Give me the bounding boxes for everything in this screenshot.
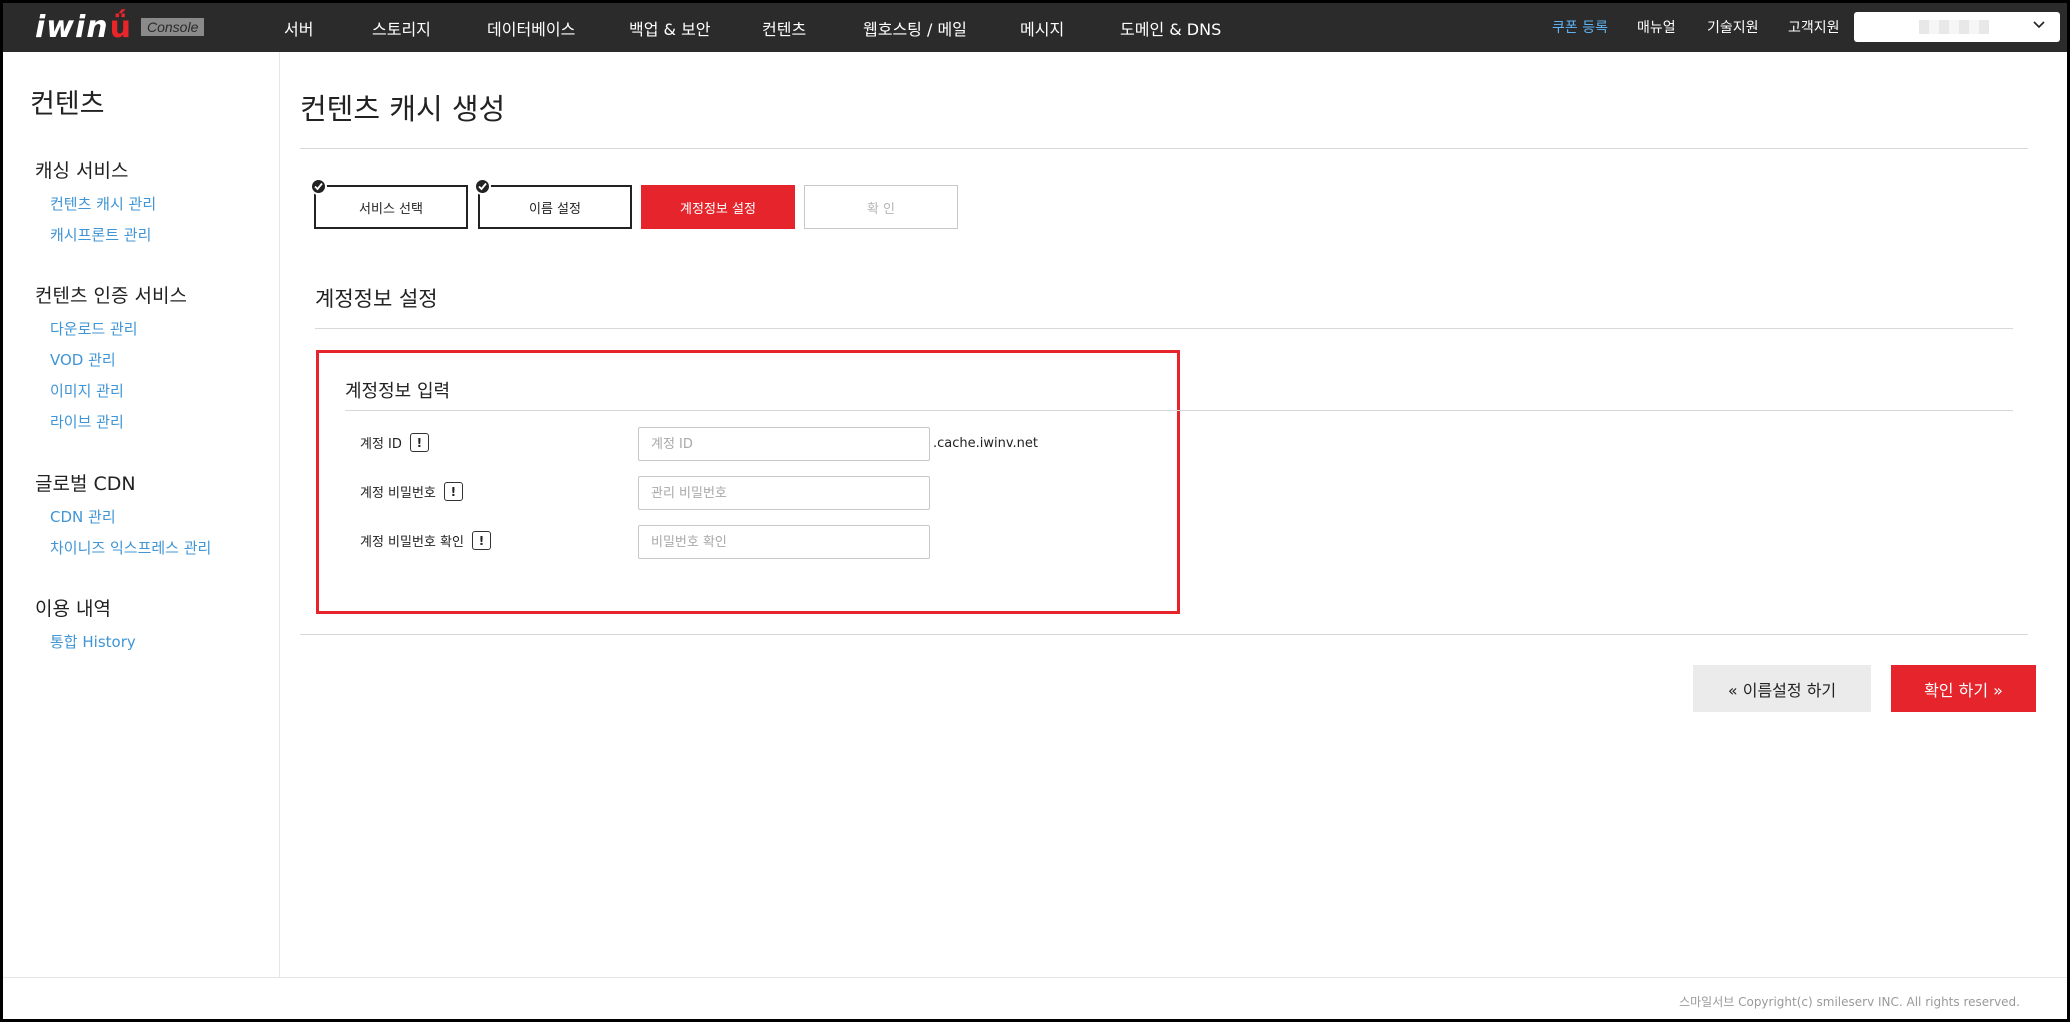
info-icon[interactable]: ! [443,482,463,501]
section-title: 계정정보 설정 [315,287,438,311]
sidebar-item-vod[interactable]: VOD 관리 [50,349,116,370]
field-label-text: 계정 비밀번호 확인 [360,535,464,550]
password-confirm-label: 계정 비밀번호 확인 ! [360,531,491,550]
nav-item-backup-security[interactable]: 백업 & 보안 [629,3,711,52]
console-badge: Console [141,18,205,36]
field-label-text: 계정 비밀번호 [360,486,436,501]
top-navigation-bar: iwin ǘ Console 서버 스토리지 데이터베이스 백업 & 보안 컨텐… [3,3,2067,52]
account-id-label: 계정 ID ! [360,433,429,452]
sidebar: 컨텐츠 캐싱 서비스 컨텐츠 캐시 관리 캐시프론트 관리 컨텐츠 인증 서비스… [3,52,280,978]
sidebar-group-global-cdn: 글로벌 CDN [35,473,136,495]
sidebar-title: 컨텐츠 [30,89,105,120]
check-icon [474,178,491,195]
account-select[interactable] [1854,12,2060,42]
sidebar-item-download[interactable]: 다운로드 관리 [50,318,138,339]
sidebar-item-content-cache[interactable]: 컨텐츠 캐시 관리 [50,193,156,214]
sidebar-item-cachefront[interactable]: 캐시프론트 관리 [50,224,151,245]
step-name-setting[interactable]: 이름 설정 [474,178,632,229]
sidebar-item-image[interactable]: 이미지 관리 [50,380,124,401]
info-icon[interactable]: ! [471,531,491,550]
field-label-text: 계정 ID [360,437,402,452]
sidebar-item-chinese-express[interactable]: 차이니즈 익스프레스 관리 [50,537,211,558]
nav-item-webhosting-mail[interactable]: 웹호스팅 / 메일 [863,3,967,52]
confirm-button[interactable]: 확인 하기 » [1891,665,2036,712]
nav-item-database[interactable]: 데이터베이스 [487,3,575,52]
sidebar-item-history[interactable]: 통합 History [50,631,136,652]
account-id-input[interactable] [638,427,930,461]
sidebar-group-auth: 컨텐츠 인증 서비스 [35,285,187,307]
sidebar-group-caching: 캐싱 서비스 [35,160,129,182]
footer-divider [3,977,2067,978]
tech-support-link[interactable]: 기술지원 [1707,17,1759,37]
step-label: 이름 설정 [529,201,581,217]
password-label: 계정 비밀번호 ! [360,482,463,501]
coupon-register-link[interactable]: 쿠폰 등록 [1552,17,1608,37]
password-input[interactable] [638,476,930,510]
manual-link[interactable]: 매뉴얼 [1637,17,1676,37]
step-service-select[interactable]: 서비스 선택 [310,178,468,229]
step-label: 확 인 [866,201,896,217]
customer-support-link[interactable]: 고객지원 [1788,17,1840,37]
account-name-redacted [1919,20,1989,34]
section-divider [315,328,2013,329]
nav-item-message[interactable]: 메시지 [1020,3,1064,52]
logo-smile-icon: ǘ [109,9,131,45]
prev-step-button[interactable]: « 이름설정 하기 [1693,665,1871,712]
step-label: 계정정보 설정 [680,201,756,217]
title-divider [300,148,2028,149]
form-title: 계정정보 입력 [345,381,451,402]
nav-item-storage[interactable]: 스토리지 [372,3,431,52]
info-icon[interactable]: ! [409,433,429,452]
check-icon [310,178,327,195]
nav-item-domain-dns[interactable]: 도메인 & DNS [1120,3,1221,52]
sidebar-item-cdn[interactable]: CDN 관리 [50,506,116,527]
page-title: 컨텐츠 캐시 생성 [300,92,506,126]
form-divider [345,410,2013,411]
step-label: 서비스 선택 [359,201,423,217]
brand-logo[interactable]: iwin ǘ Console [35,9,205,45]
step-account-setting[interactable]: 계정정보 설정 [641,185,795,229]
account-id-domain-suffix: .cache.iwinv.net [933,436,1039,451]
form-bottom-divider [300,634,2028,635]
sidebar-group-usage: 이용 내역 [35,598,111,620]
password-confirm-input[interactable] [638,525,930,559]
step-confirm: 확 인 [804,185,958,229]
sidebar-item-live[interactable]: 라이브 관리 [50,411,124,432]
copyright-text: 스마일서브 Copyright(c) smileserv INC. All ri… [1679,995,2020,1009]
nav-item-server[interactable]: 서버 [284,3,313,52]
chevron-down-icon [2033,21,2045,29]
nav-item-contents[interactable]: 컨텐츠 [762,3,806,52]
logo-text: iwin [35,9,109,45]
